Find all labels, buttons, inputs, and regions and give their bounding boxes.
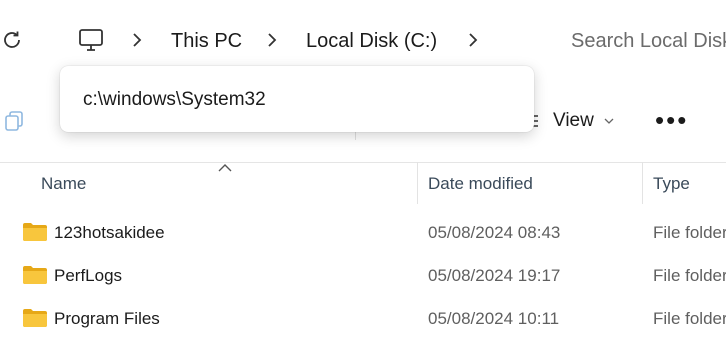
chevron-down-icon: [604, 118, 614, 124]
view-button[interactable]: View: [525, 108, 614, 134]
copy-icon[interactable]: [4, 110, 26, 132]
column-headers: Name Date modified Type: [0, 162, 726, 204]
breadcrumb-local-disk[interactable]: Local Disk (C:): [306, 28, 437, 54]
address-suggestion-path[interactable]: c:\windows\System32: [83, 88, 266, 112]
file-row[interactable]: Program Files 05/08/2024 10:11 File fold…: [0, 300, 726, 340]
breadcrumb-this-pc[interactable]: This PC: [171, 28, 242, 54]
file-name: PerfLogs: [54, 266, 123, 285]
more-options-button[interactable]: •••: [655, 107, 688, 133]
column-header-date-modified[interactable]: Date modified: [428, 174, 533, 194]
file-row[interactable]: PerfLogs 05/08/2024 19:17 File folder: [0, 257, 726, 297]
column-separator[interactable]: [642, 162, 643, 204]
file-date-modified: 05/08/2024 08:43: [428, 223, 561, 242]
column-header-type[interactable]: Type: [653, 174, 690, 194]
file-date-modified: 05/08/2024 10:11: [428, 309, 560, 328]
chevron-right-icon[interactable]: [265, 31, 279, 49]
folder-icon: [23, 309, 47, 327]
chevron-right-icon[interactable]: [466, 31, 480, 49]
column-separator[interactable]: [417, 162, 418, 204]
chevron-right-icon[interactable]: [130, 31, 144, 49]
view-label: View: [553, 110, 594, 131]
file-name: 123hotsakidee: [54, 223, 165, 242]
file-name: Program Files: [54, 309, 160, 328]
address-suggestion-popup[interactable]: c:\windows\System32: [60, 66, 534, 132]
file-date-modified: 05/08/2024 19:17: [428, 266, 561, 285]
file-type: File folder: [653, 223, 726, 242]
this-pc-icon[interactable]: [78, 27, 104, 53]
file-type: File folder: [653, 266, 726, 285]
refresh-icon[interactable]: [0, 28, 24, 52]
column-header-name[interactable]: Name: [41, 174, 86, 194]
file-type: File folder: [653, 309, 726, 328]
folder-icon: [23, 223, 47, 241]
search-input[interactable]: Search Local Disk: [571, 28, 726, 54]
file-row[interactable]: 123hotsakidee 05/08/2024 08:43 File fold…: [0, 214, 726, 254]
folder-icon: [23, 266, 47, 284]
